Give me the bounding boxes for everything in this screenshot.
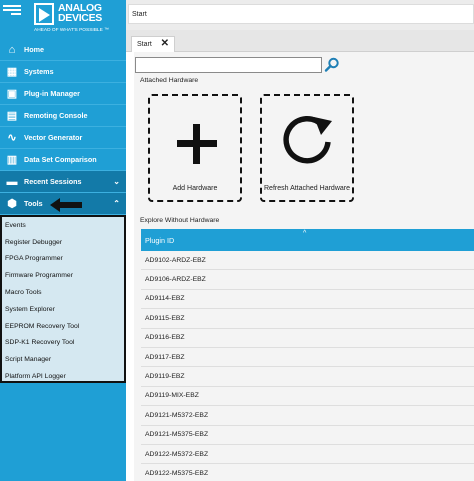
tool-item-macro-tools[interactable]: Macro Tools	[2, 284, 124, 301]
sidebar-item-label: Vector Generator	[24, 133, 83, 142]
analog-devices-logo: ANALOG DEVICES AHEAD OF WHAT'S POSSIBLE …	[30, 2, 126, 36]
remote-console-icon: ▤	[6, 110, 18, 122]
logo-mark-icon	[34, 3, 54, 25]
table-row[interactable]: AD9122-M5375-EBZ	[141, 464, 474, 481]
tool-item-events[interactable]: Events	[2, 217, 124, 234]
plugin-table: Plugin ID ^ AD9102-ARDZ-EBZ AD9106-ARDZ-E…	[141, 229, 474, 481]
refresh-icon	[283, 116, 332, 164]
tool-item-system-explorer[interactable]: System Explorer	[2, 301, 124, 318]
sidebar-item-plugin-manager[interactable]: ▣ Plug-in Manager	[0, 83, 126, 105]
search-input[interactable]	[135, 57, 322, 73]
tab-label: Start	[137, 41, 152, 48]
tools-submenu: Events Register Debugger FPGA Programmer…	[0, 215, 126, 383]
plus-icon	[177, 124, 217, 164]
add-hardware-button[interactable]: Add Hardware	[148, 94, 242, 202]
sidebar-item-systems[interactable]: ▦ Systems	[0, 61, 126, 83]
breadcrumb: Start	[128, 4, 474, 24]
table-row[interactable]: AD9114-EBZ	[141, 290, 474, 310]
tool-item-script-manager[interactable]: Script Manager	[2, 351, 124, 368]
logo-tagline: AHEAD OF WHAT'S POSSIBLE ™	[34, 28, 109, 33]
tab-start[interactable]: Start ✕	[131, 36, 175, 52]
search-icon[interactable]	[324, 57, 340, 73]
sidebar-item-remoting-console[interactable]: ▤ Remoting Console	[0, 105, 126, 127]
chevron-up-icon[interactable]: ⌃	[113, 199, 120, 208]
home-icon: ⌂	[8, 43, 16, 56]
table-row[interactable]: AD9119-EBZ	[141, 367, 474, 387]
sidebar-item-recent-sessions[interactable]: ▬ Recent Sessions ⌄	[0, 171, 126, 193]
sidebar-item-vector-generator[interactable]: ∿ Vector Generator	[0, 127, 126, 149]
table-row[interactable]: AD9106-ARDZ-EBZ	[141, 270, 474, 290]
chevron-down-icon[interactable]: ⌄	[113, 177, 120, 186]
sidebar: ANALOG DEVICES AHEAD OF WHAT'S POSSIBLE …	[0, 0, 126, 481]
hamburger-menu-icon[interactable]	[3, 3, 21, 17]
sidebar-item-label: Data Set Comparison	[24, 155, 97, 164]
table-row[interactable]: AD9121-M5375-EBZ	[141, 426, 474, 445]
column-header-label: Plugin ID	[145, 235, 175, 245]
table-row[interactable]: AD9102-ARDZ-EBZ	[141, 251, 474, 271]
add-hardware-label: Add Hardware	[172, 185, 218, 192]
sidebar-item-home[interactable]: ⌂ Home	[0, 39, 126, 61]
systems-icon: ▦	[6, 66, 18, 78]
table-body: AD9102-ARDZ-EBZ AD9106-ARDZ-EBZ AD9114-EBZ…	[141, 251, 474, 481]
tool-item-sdp-k1-recovery[interactable]: SDP-K1 Recovery Tool	[2, 335, 124, 352]
sidebar-item-label: Recent Sessions	[24, 177, 82, 186]
sidebar-item-label: Tools	[24, 199, 43, 208]
tool-item-register-debugger[interactable]: Register Debugger	[2, 234, 124, 251]
sidebar-footer	[0, 383, 126, 481]
logo-line2: DEVICES	[58, 12, 102, 24]
sidebar-item-label: Remoting Console	[24, 111, 88, 120]
close-icon[interactable]: ✕	[161, 38, 169, 49]
table-row[interactable]: AD9121-M5372-EBZ	[141, 406, 474, 426]
tool-item-eeprom-recovery[interactable]: EEPROM Recovery Tool	[2, 318, 124, 335]
refresh-hardware-label: Refresh Attached Hardware	[264, 185, 350, 192]
table-row[interactable]: AD9119-MIX-EBZ	[141, 387, 474, 407]
dataset-icon: ▥	[6, 154, 18, 166]
refresh-hardware-button[interactable]: Refresh Attached Hardware	[260, 94, 354, 202]
annotation-arrow-icon	[50, 198, 82, 212]
sidebar-item-label: Systems	[24, 67, 54, 76]
tool-item-fpga-programmer[interactable]: FPGA Programmer	[2, 251, 124, 268]
table-row[interactable]: AD9122-M5372-EBZ	[141, 445, 474, 465]
table-row[interactable]: AD9116-EBZ	[141, 329, 474, 348]
sidebar-item-label: Plug-in Manager	[24, 89, 80, 98]
sidebar-item-label: Home	[24, 45, 44, 54]
attached-hardware-label: Attached Hardware	[140, 77, 199, 84]
tab-bar	[126, 30, 474, 52]
sidebar-item-data-set-comparison[interactable]: ▥ Data Set Comparison	[0, 149, 126, 171]
table-header-plugin-id[interactable]: Plugin ID ^	[141, 229, 474, 251]
table-row[interactable]: AD9117-EBZ	[141, 348, 474, 368]
tool-item-firmware-programmer[interactable]: Firmware Programmer	[2, 267, 124, 284]
explore-without-hardware-label: Explore Without Hardware	[140, 217, 220, 224]
tools-icon: ⬢	[7, 198, 17, 210]
sort-ascending-icon: ^	[303, 230, 307, 237]
folder-icon: ▬	[6, 175, 18, 188]
vector-generator-icon: ∿	[7, 132, 17, 144]
table-row[interactable]: AD9115-EBZ	[141, 309, 474, 329]
plugin-icon: ▣	[6, 88, 18, 100]
